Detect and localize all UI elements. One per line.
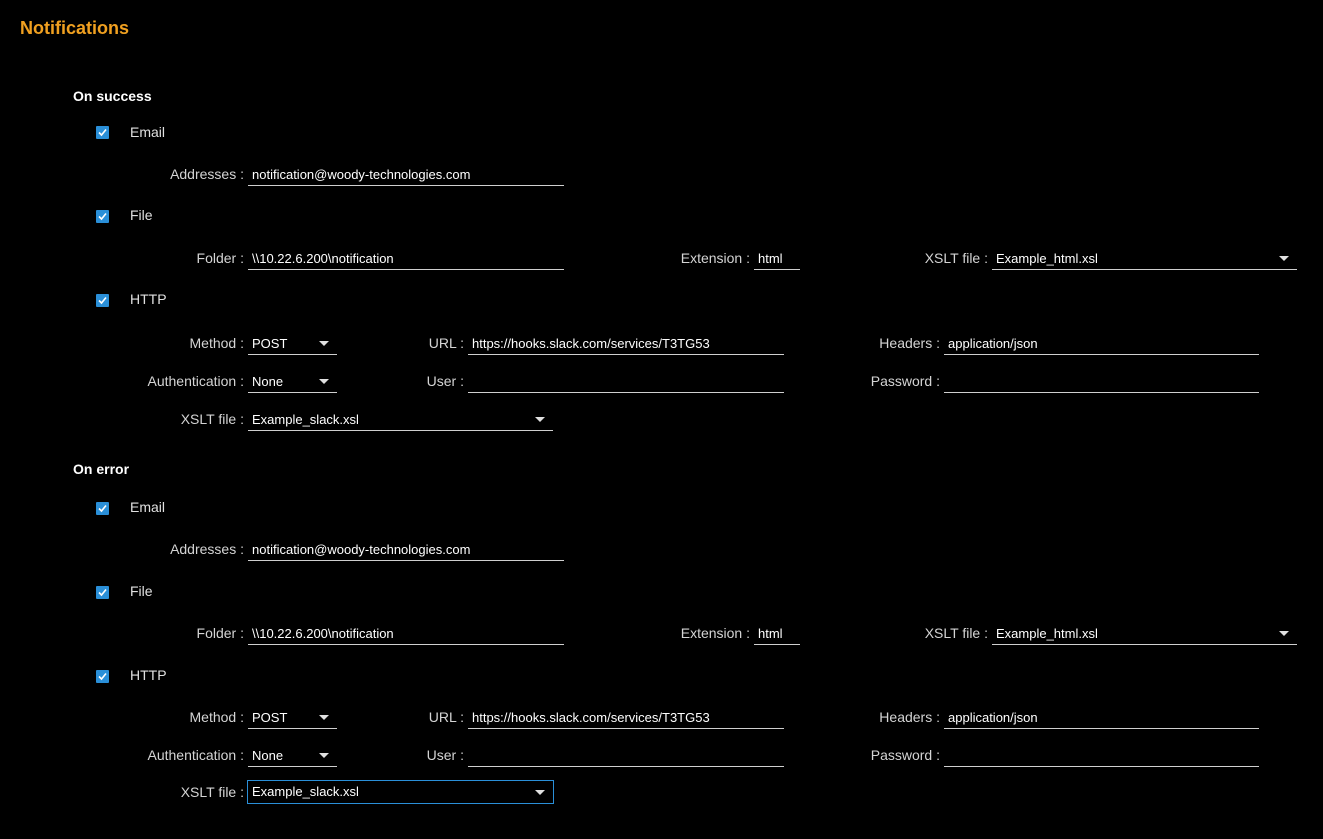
error-method-value: POST: [252, 709, 288, 725]
success-http-xslt-value: Example_slack.xsl: [252, 411, 359, 427]
error-file-xslt-select[interactable]: Example_html.xsl: [992, 623, 1297, 645]
error-file-checkbox[interactable]: [96, 586, 109, 599]
success-method-select[interactable]: POST: [248, 333, 337, 355]
error-extension-label: Extension :: [680, 625, 750, 641]
success-extension-label: Extension :: [680, 250, 750, 266]
check-icon: [98, 212, 107, 221]
success-folder-input[interactable]: \\10.22.6.200\notification: [248, 248, 564, 270]
error-http-checkbox[interactable]: [96, 670, 109, 683]
error-folder-label: Folder :: [196, 625, 244, 641]
error-http-xslt-label: XSLT file :: [180, 784, 244, 800]
check-icon: [98, 296, 107, 305]
error-http-label: HTTP: [130, 667, 167, 683]
success-user-input[interactable]: [468, 371, 784, 393]
error-auth-select[interactable]: None: [248, 745, 337, 767]
check-icon: [98, 588, 107, 597]
success-file-checkbox[interactable]: [96, 210, 109, 223]
success-method-value: POST: [252, 335, 288, 351]
chevron-down-icon: [319, 341, 329, 346]
error-extension-input[interactable]: html: [754, 623, 800, 645]
error-headers-input[interactable]: application/json: [944, 707, 1259, 729]
error-headers-label: Headers :: [879, 709, 940, 725]
success-email-label: Email: [130, 124, 166, 140]
chevron-down-icon: [1279, 631, 1289, 636]
success-password-label: Password :: [870, 373, 940, 389]
success-email-checkbox[interactable]: [96, 126, 109, 139]
error-password-input[interactable]: [944, 745, 1259, 767]
success-url-label: URL :: [428, 335, 464, 351]
error-folder-input[interactable]: \\10.22.6.200\notification: [248, 623, 564, 645]
chevron-down-icon: [1279, 256, 1289, 261]
error-auth-label: Authentication :: [147, 747, 244, 763]
success-file-xslt-label: XSLT file :: [924, 250, 988, 266]
error-password-label: Password :: [870, 747, 940, 763]
success-file-xslt-select[interactable]: Example_html.xsl: [992, 248, 1297, 270]
success-http-checkbox[interactable]: [96, 294, 109, 307]
error-file-label: File: [130, 583, 153, 599]
error-url-input[interactable]: https://hooks.slack.com/services/T3TG53: [468, 707, 784, 729]
success-password-input[interactable]: [944, 371, 1259, 393]
error-method-select[interactable]: POST: [248, 707, 337, 729]
error-http-xslt-value: Example_slack.xsl: [252, 784, 359, 799]
success-headers-label: Headers :: [879, 335, 940, 351]
success-heading: On success: [73, 88, 152, 104]
success-headers-input[interactable]: application/json: [944, 333, 1259, 355]
success-file-label: File: [130, 207, 153, 223]
error-url-label: URL :: [428, 709, 464, 725]
success-auth-label: Authentication :: [147, 373, 244, 389]
error-auth-value: None: [252, 747, 284, 763]
error-addresses-input[interactable]: notification@woody-technologies.com: [248, 539, 564, 561]
success-url-input[interactable]: https://hooks.slack.com/services/T3TG53: [468, 333, 784, 355]
success-auth-select[interactable]: None: [248, 371, 337, 393]
error-file-xslt-label: XSLT file :: [924, 625, 988, 641]
check-icon: [98, 504, 107, 513]
success-addresses-input[interactable]: notification@woody-technologies.com: [248, 164, 564, 186]
error-file-xslt-value: Example_html.xsl: [996, 625, 1098, 641]
chevron-down-icon: [319, 379, 329, 384]
success-http-xslt-label: XSLT file :: [180, 411, 244, 427]
success-addresses-label: Addresses :: [170, 166, 244, 182]
error-email-checkbox[interactable]: [96, 502, 109, 515]
error-http-xslt-select[interactable]: Example_slack.xsl: [247, 780, 554, 804]
success-file-xslt-value: Example_html.xsl: [996, 250, 1098, 266]
error-method-label: Method :: [189, 709, 244, 725]
check-icon: [98, 128, 107, 137]
chevron-down-icon: [535, 417, 545, 422]
success-extension-input[interactable]: html: [754, 248, 800, 270]
error-user-label: User :: [426, 747, 464, 763]
success-user-label: User :: [426, 373, 464, 389]
check-icon: [98, 672, 107, 681]
chevron-down-icon: [319, 715, 329, 720]
error-addresses-label: Addresses :: [170, 541, 244, 557]
chevron-down-icon: [319, 753, 329, 758]
success-http-label: HTTP: [130, 291, 167, 307]
success-method-label: Method :: [189, 335, 244, 351]
page-title: Notifications: [20, 18, 130, 38]
error-heading: On error: [73, 461, 130, 477]
success-http-xslt-select[interactable]: Example_slack.xsl: [248, 409, 553, 431]
error-email-label: Email: [130, 499, 166, 515]
error-user-input[interactable]: [468, 745, 784, 767]
success-auth-value: None: [252, 373, 284, 389]
success-folder-label: Folder :: [196, 250, 244, 266]
chevron-down-icon: [535, 789, 545, 795]
